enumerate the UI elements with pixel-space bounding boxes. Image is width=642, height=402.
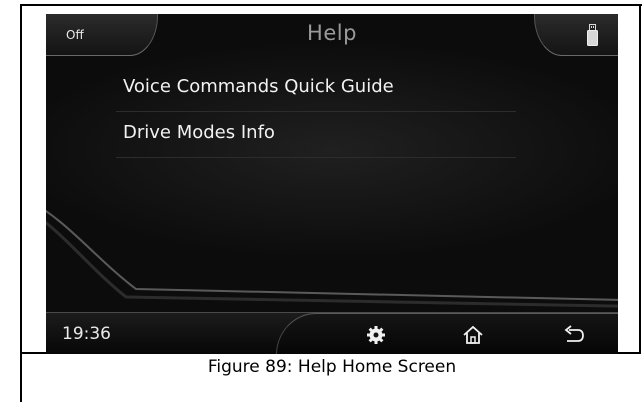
home-button[interactable] [460,322,486,348]
back-button[interactable] [561,322,587,348]
home-icon [463,325,483,344]
frame-right-border [639,4,641,354]
back-arrow-icon [564,325,584,342]
figure-caption: Figure 89: Help Home Screen [207,357,457,377]
page-title: Help [307,21,357,45]
usb-drive-icon [587,24,598,46]
frame-left-border [20,4,22,402]
frame-top-border [20,4,642,6]
menu-item-label: Voice Commands Quick Guide [123,76,394,97]
menu-item-drive-modes[interactable]: Drive Modes Info [116,112,516,158]
document-page: Off Help Voice Commands Quick Guide Driv… [0,0,642,402]
decorative-swoosh [46,209,618,308]
settings-gear-icon [367,326,385,344]
clock-time: 19:36 [62,324,111,344]
infotainment-screen: Off Help Voice Commands Quick Guide Driv… [46,14,618,354]
usb-button[interactable] [534,14,618,56]
header-bar: Off Help [46,14,618,62]
menu-item-voice-commands[interactable]: Voice Commands Quick Guide [116,66,516,112]
bottom-controls-panel [276,313,618,354]
help-menu-list: Voice Commands Quick Guide Drive Modes I… [116,66,516,158]
bottom-bar: 19:36 [46,312,618,354]
menu-item-label: Drive Modes Info [123,122,275,143]
settings-button[interactable] [363,322,389,348]
